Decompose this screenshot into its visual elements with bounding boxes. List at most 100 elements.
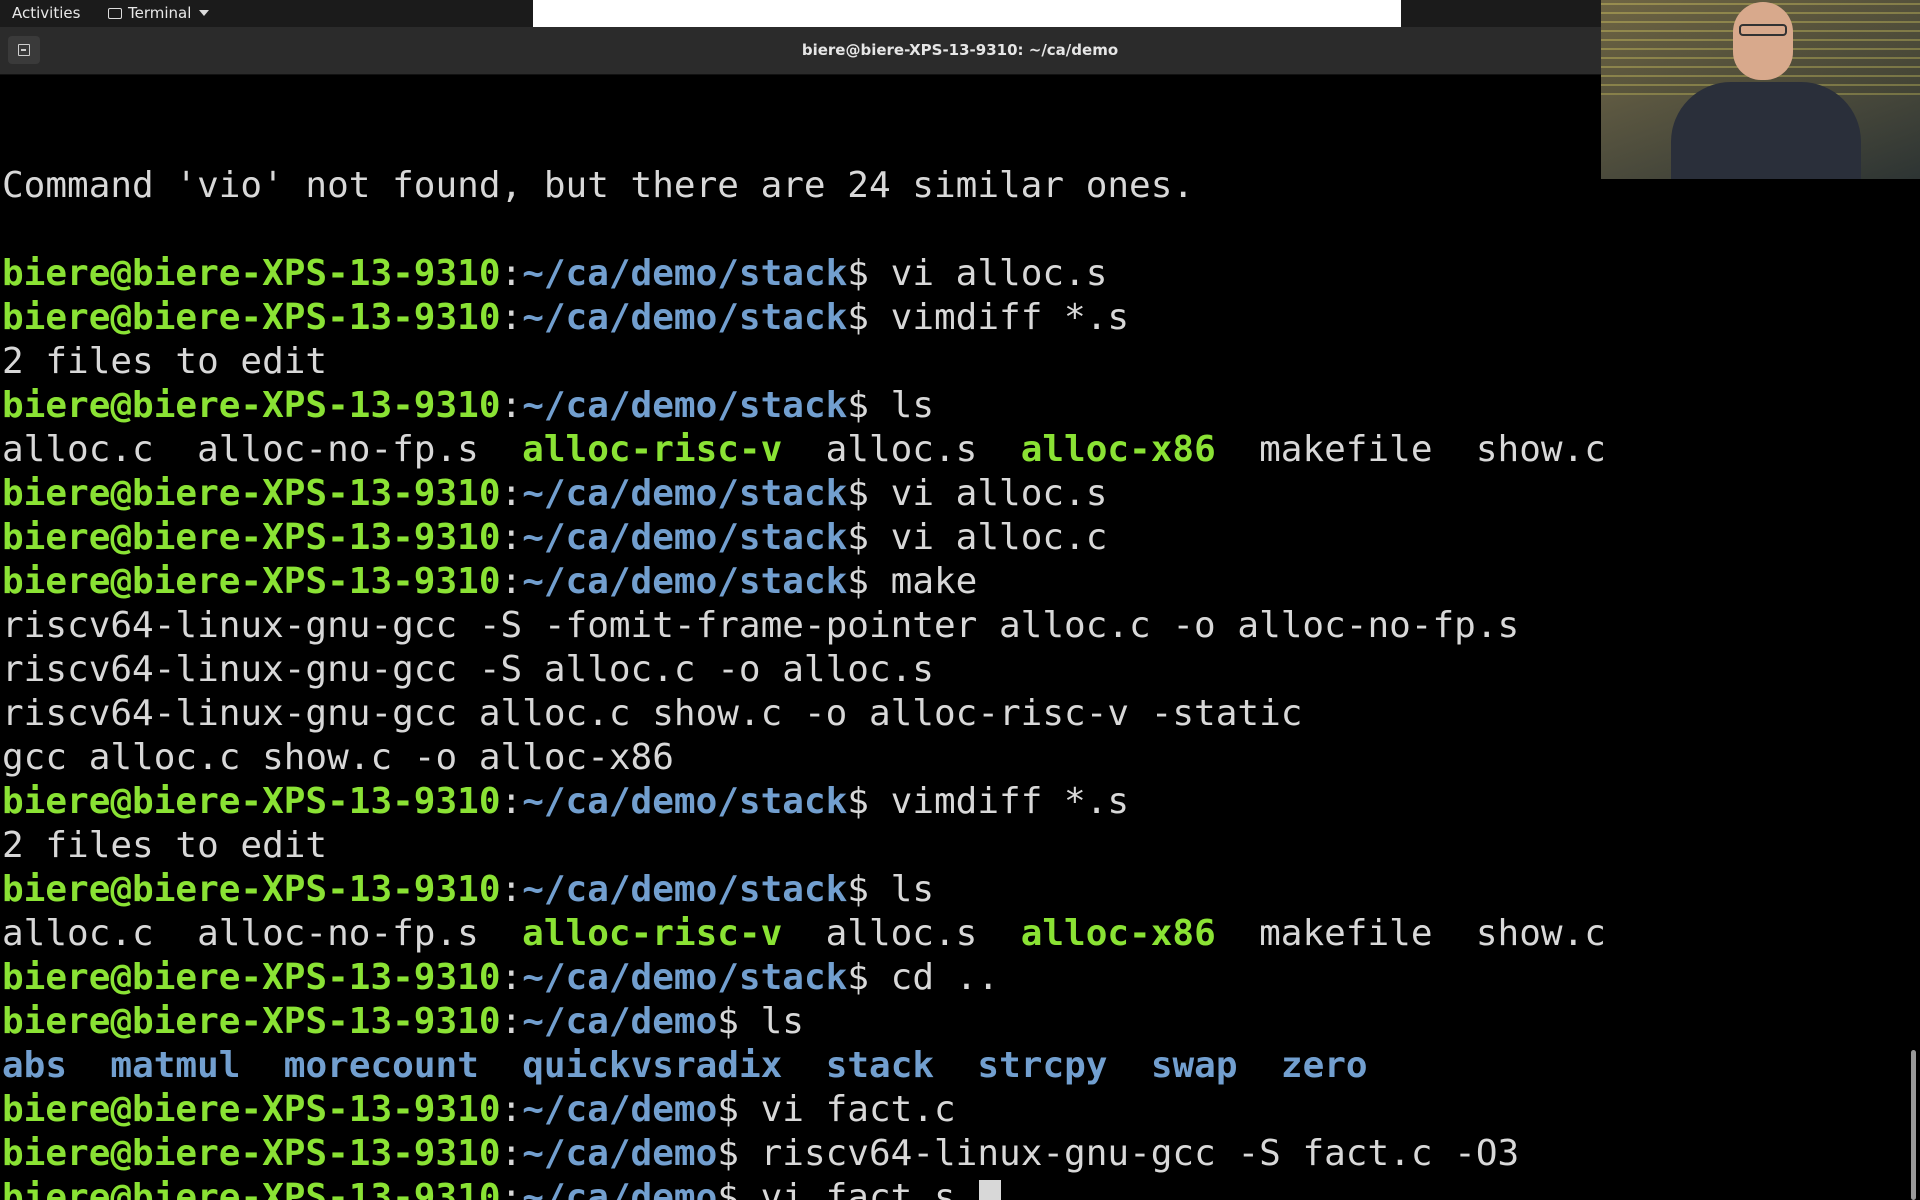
presenter-body bbox=[1671, 82, 1861, 179]
terminal-text-plain: Command 'vio' not found, but there are 2… bbox=[2, 165, 1195, 206]
terminal-line: biere@biere-XPS-13-9310: ~/ca/demo/stack $… bbox=[2, 780, 1606, 824]
terminal-text-exec: alloc-risc-v bbox=[522, 429, 783, 470]
terminal-text-plain: : bbox=[500, 781, 523, 822]
terminal-text-dir: zero bbox=[1280, 1045, 1368, 1086]
activities-button[interactable]: Activities bbox=[12, 4, 80, 22]
terminal-text-plain: $ vi alloc.c bbox=[847, 517, 1108, 558]
terminal-text-plain: $ vi fact.s bbox=[717, 1177, 978, 1200]
terminal-text-plain bbox=[782, 1044, 825, 1088]
terminal-line: biere@biere-XPS-13-9310: ~/ca/demo/stack $… bbox=[2, 560, 1606, 604]
terminal-text-path: ~/ca/demo/stack bbox=[522, 561, 848, 602]
terminal-line: biere@biere-XPS-13-9310: ~/ca/demo/stack $… bbox=[2, 296, 1606, 340]
terminal-text-plain: : bbox=[500, 1001, 523, 1042]
terminal-text-user: biere@biere-XPS-13-9310 bbox=[2, 385, 501, 426]
terminal-icon bbox=[108, 7, 122, 19]
terminal-text-plain: $ vi alloc.s bbox=[847, 253, 1108, 294]
terminal-text-plain: : bbox=[500, 1089, 523, 1130]
text-cursor bbox=[979, 1180, 1002, 1200]
terminal-text-user: biere@biere-XPS-13-9310 bbox=[2, 561, 501, 602]
terminal-text-plain: $ ls bbox=[847, 869, 934, 910]
terminal-text-plain: $ ls bbox=[847, 385, 934, 426]
terminal-line: riscv64-linux-gnu-gcc -S alloc.c -o allo… bbox=[2, 648, 1606, 692]
terminal-text-dir: stack bbox=[825, 1045, 935, 1086]
terminal-text-path: ~/ca/demo/stack bbox=[522, 957, 848, 998]
terminal-line: biere@biere-XPS-13-9310: ~/ca/demo $ ls bbox=[2, 1000, 1606, 1044]
terminal-text-plain bbox=[240, 1044, 283, 1088]
terminal-text-plain: : bbox=[500, 297, 523, 338]
terminal-text-plain: riscv64-linux-gnu-gcc -S -fomit-frame-po… bbox=[2, 605, 1520, 646]
app-menu-terminal[interactable]: Terminal bbox=[108, 4, 210, 22]
terminal-text-exec: alloc-x86 bbox=[1020, 429, 1216, 470]
terminal-line: biere@biere-XPS-13-9310: ~/ca/demo $ vi fa… bbox=[2, 1088, 1606, 1132]
terminal-text-plain: $ vimdiff *.s bbox=[847, 781, 1130, 822]
terminal-text-plain: : bbox=[500, 517, 523, 558]
terminal-text-path: ~/ca/demo/stack bbox=[522, 473, 848, 514]
scrollbar[interactable] bbox=[1911, 1050, 1916, 1200]
terminal-text-path: ~/ca/demo bbox=[522, 1089, 718, 1130]
terminal-text-exec: alloc-x86 bbox=[1020, 913, 1216, 954]
terminal-text-plain: $ make bbox=[847, 561, 978, 602]
terminal-text-plain bbox=[479, 1044, 522, 1088]
terminal-line: riscv64-linux-gnu-gcc alloc.c show.c -o … bbox=[2, 692, 1606, 736]
terminal-text-plain: 2 files to edit bbox=[2, 825, 328, 866]
terminal-text-plain: $ riscv64-linux-gnu-gcc -S fact.c -O3 bbox=[717, 1133, 1520, 1174]
terminal-text-user: biere@biere-XPS-13-9310 bbox=[2, 297, 501, 338]
terminal-line: biere@biere-XPS-13-9310: ~/ca/demo/stack $… bbox=[2, 384, 1606, 428]
terminal-text-plain: : bbox=[500, 253, 523, 294]
terminal-text-path: ~/ca/demo/stack bbox=[522, 781, 848, 822]
presenter-head bbox=[1733, 2, 1793, 80]
terminal-text-path: ~/ca/demo/stack bbox=[522, 297, 848, 338]
terminal-text-user: biere@biere-XPS-13-9310 bbox=[2, 517, 501, 558]
terminal-text-plain: : bbox=[500, 473, 523, 514]
terminal-text-plain: $ cd .. bbox=[847, 957, 1000, 998]
terminal-text-path: ~/ca/demo bbox=[522, 1133, 718, 1174]
terminal-line: alloc.c alloc-no-fp.s alloc-risc-v alloc… bbox=[2, 428, 1606, 472]
terminal-text-user: biere@biere-XPS-13-9310 bbox=[2, 1001, 501, 1042]
terminal-line: biere@biere-XPS-13-9310: ~/ca/demo/stack $… bbox=[2, 516, 1606, 560]
terminal-text-plain: $ ls bbox=[717, 1001, 804, 1042]
terminal-text-plain bbox=[67, 1044, 110, 1088]
terminal-text-dir: strcpy bbox=[977, 1045, 1108, 1086]
terminal-text-plain: riscv64-linux-gnu-gcc -S alloc.c -o allo… bbox=[2, 649, 934, 690]
terminal-text-path: ~/ca/demo/stack bbox=[522, 385, 848, 426]
terminal-text-plain: gcc alloc.c show.c -o alloc-x86 bbox=[2, 737, 674, 778]
terminal-text-plain: : bbox=[500, 385, 523, 426]
terminal-line: gcc alloc.c show.c -o alloc-x86 bbox=[2, 736, 1606, 780]
terminal-text-plain: : bbox=[500, 1177, 523, 1200]
terminal-text-dir: swap bbox=[1150, 1045, 1238, 1086]
terminal-text-user: biere@biere-XPS-13-9310 bbox=[2, 473, 501, 514]
terminal-text-dir: morecount bbox=[283, 1045, 479, 1086]
terminal-line: biere@biere-XPS-13-9310: ~/ca/demo $ riscv… bbox=[2, 1132, 1606, 1176]
terminal-text-plain: makefile show.c bbox=[1215, 429, 1606, 470]
terminal-text-plain: : bbox=[500, 957, 523, 998]
terminal-text-plain: : bbox=[500, 869, 523, 910]
shared-window-strip bbox=[533, 0, 1401, 27]
terminal-text-plain bbox=[934, 1044, 977, 1088]
terminal-text-user: biere@biere-XPS-13-9310 bbox=[2, 253, 501, 294]
terminal-output[interactable]: Command 'vio' not found, but there are 2… bbox=[0, 75, 1920, 1200]
terminal-text-path: ~/ca/demo/stack bbox=[522, 253, 848, 294]
terminal-text-user: biere@biere-XPS-13-9310 bbox=[2, 869, 501, 910]
terminal-text-user: biere@biere-XPS-13-9310 bbox=[2, 781, 501, 822]
terminal-line: riscv64-linux-gnu-gcc -S -fomit-frame-po… bbox=[2, 604, 1606, 648]
terminal-text-path: ~/ca/demo/stack bbox=[522, 869, 848, 910]
terminal-text-plain: alloc.c alloc-no-fp.s bbox=[2, 429, 523, 470]
terminal-line: 2 files to edit bbox=[2, 340, 1606, 384]
terminal-text-plain: $ vi alloc.s bbox=[847, 473, 1108, 514]
terminal-line: abs matmul morecount quickvsradix stack … bbox=[2, 1044, 1606, 1088]
terminal-line: biere@biere-XPS-13-9310: ~/ca/demo/stack $… bbox=[2, 252, 1606, 296]
chevron-down-icon bbox=[199, 10, 210, 16]
terminal-text-plain bbox=[1238, 1044, 1281, 1088]
terminal-text-exec: alloc-risc-v bbox=[522, 913, 783, 954]
terminal-line: alloc.c alloc-no-fp.s alloc-risc-v alloc… bbox=[2, 912, 1606, 956]
terminal-line: Command 'vio' not found, but there are 2… bbox=[2, 164, 1606, 208]
terminal-lines: Command 'vio' not found, but there are 2… bbox=[2, 120, 1606, 1200]
terminal-line: 2 files to edit bbox=[2, 824, 1606, 868]
terminal-text-path: ~/ca/demo bbox=[522, 1001, 718, 1042]
terminal-text-user: biere@biere-XPS-13-9310 bbox=[2, 1177, 501, 1200]
terminal-text-plain: alloc.s bbox=[782, 429, 1021, 470]
terminal-line: biere@biere-XPS-13-9310: ~/ca/demo $ vi fa… bbox=[2, 1176, 1606, 1200]
terminal-text-plain bbox=[1107, 1044, 1150, 1088]
terminal-text-plain: : bbox=[500, 561, 523, 602]
